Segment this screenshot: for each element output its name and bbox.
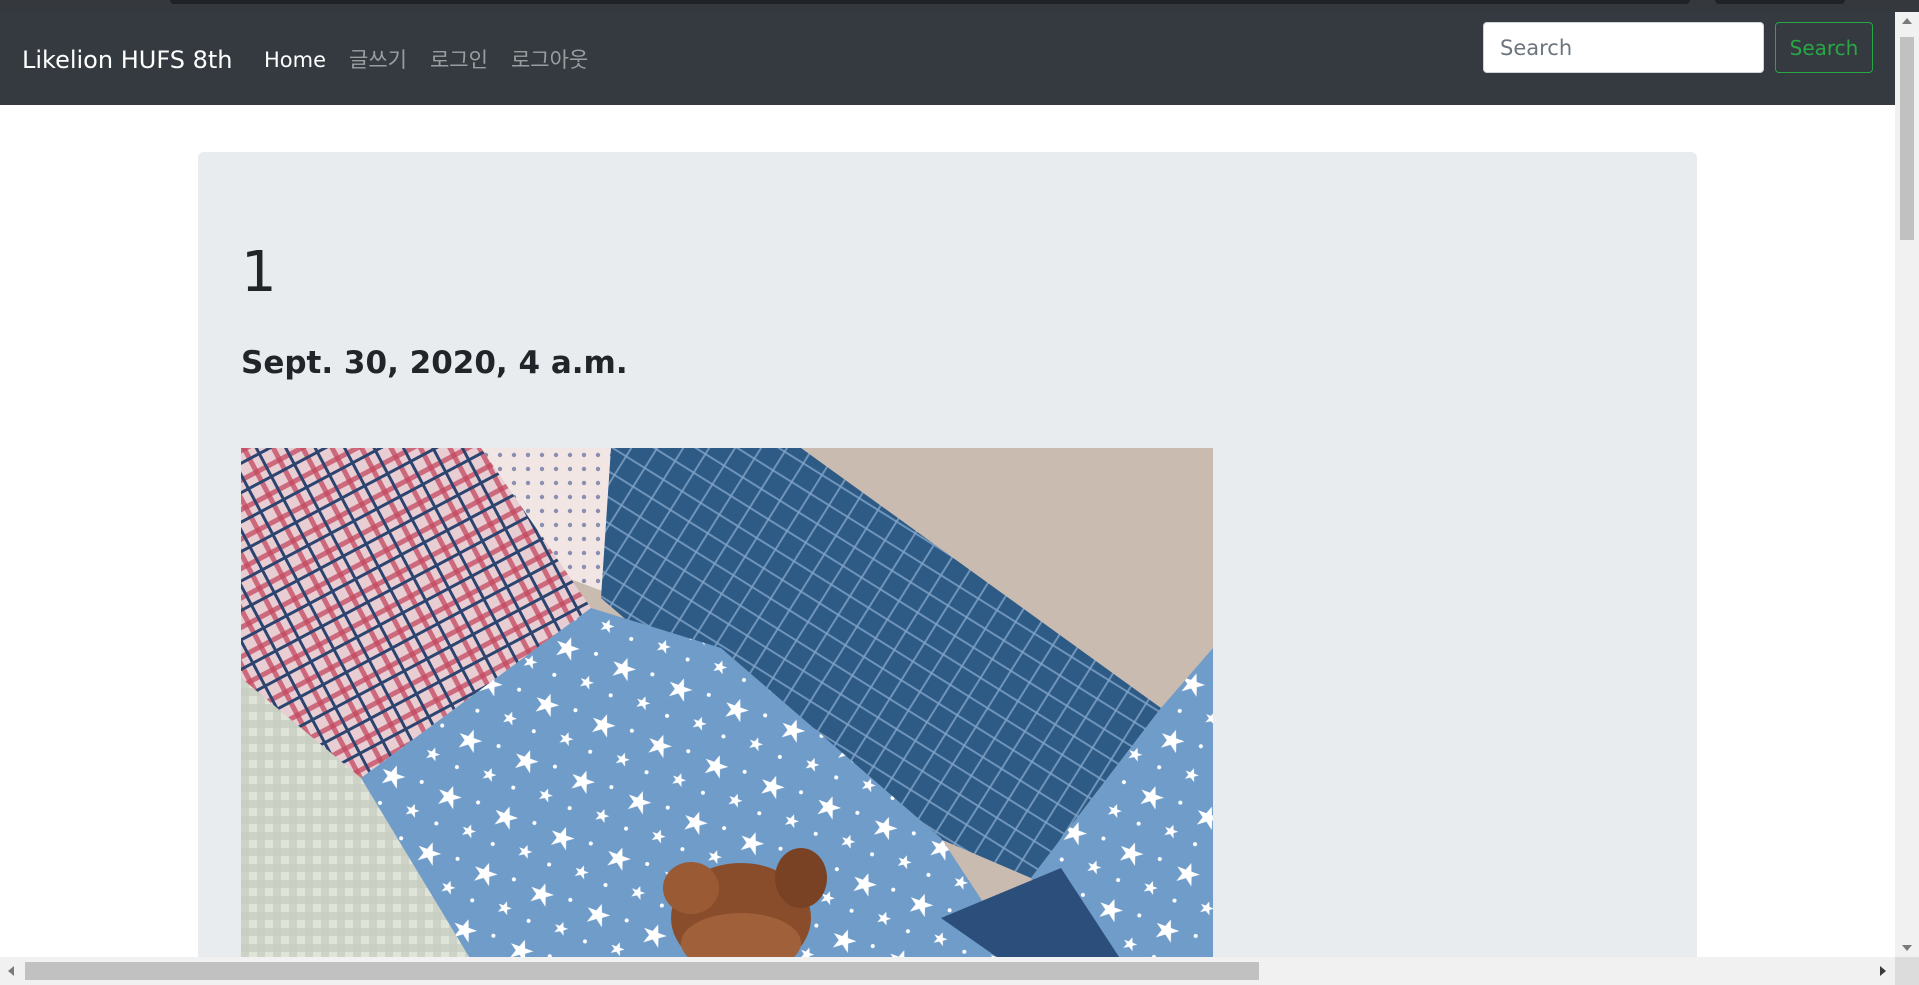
post-card: 1 Sept. 30, 2020, 4 a.m. [198,152,1697,985]
navbar: Likelion HUFS 8th Home 글쓰기 로그인 로그아웃 Sear… [0,12,1895,105]
browser-top-strip [0,0,1919,12]
nav-link-logout[interactable]: 로그아웃 [511,46,588,74]
post-image [241,448,1213,960]
search-input[interactable] [1483,22,1764,73]
horizontal-scrollbar[interactable] [0,957,1895,985]
nav-link-write[interactable]: 글쓰기 [349,46,407,74]
nav-links: Home 글쓰기 로그인 로그아웃 [264,46,588,74]
vertical-scrollbar[interactable] [1895,12,1919,957]
nav-link-login[interactable]: 로그인 [430,46,488,74]
scroll-down-icon[interactable] [1902,945,1912,951]
scrollbar-corner [1895,957,1919,985]
post-date: Sept. 30, 2020, 4 a.m. [241,345,628,381]
horizontal-scroll-thumb[interactable] [25,962,1259,980]
search-button[interactable]: Search [1775,22,1873,73]
browser-tab-bar [170,0,1690,4]
scroll-right-icon[interactable] [1880,966,1886,976]
vertical-scroll-thumb[interactable] [1900,37,1914,240]
navbar-brand[interactable]: Likelion HUFS 8th [22,46,232,74]
scroll-up-icon[interactable] [1902,18,1912,24]
teddy-bear-photo [241,448,1213,960]
nav-link-home[interactable]: Home [264,46,326,74]
browser-tab-bar-right [1715,0,1845,4]
scroll-left-icon[interactable] [8,966,14,976]
post-title: 1 [241,240,277,305]
